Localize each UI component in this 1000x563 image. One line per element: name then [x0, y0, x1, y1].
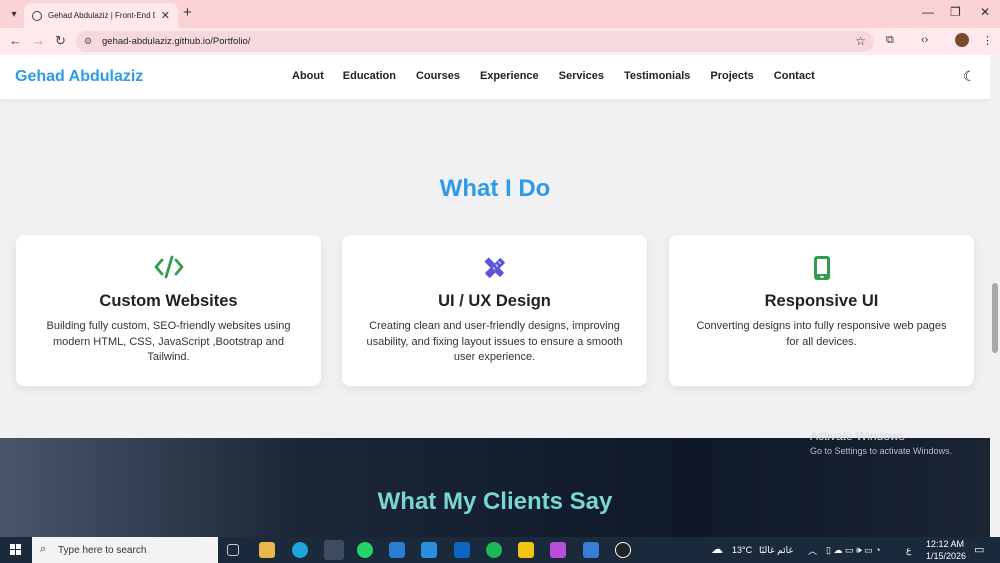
windows-start-icon[interactable]: [10, 544, 21, 555]
what-i-do-title: What I Do: [439, 175, 551, 202]
nav-projects[interactable]: Projects: [710, 70, 753, 82]
activate-windows-subtitle: Go to Settings to activate Windows.: [810, 446, 953, 456]
linkedin-icon[interactable]: [454, 542, 470, 558]
nav-testimonials[interactable]: Testimonials: [624, 70, 690, 82]
forward-button[interactable]: →: [32, 33, 45, 48]
taskbar-search-box[interactable]: ⌕ Type here to search: [32, 537, 218, 563]
task-view-icon[interactable]: [227, 544, 239, 556]
vscode-icon[interactable]: [421, 542, 437, 558]
bookmark-star-icon[interactable]: ☆: [855, 34, 866, 48]
tray-icons[interactable]: ▯ ☁ ▭ 🕪 ▭ ◔: [826, 545, 881, 556]
browser-toolbar: ← → ↻ ⚙ gehad-abdulaziz.github.io/Portfo…: [0, 28, 1000, 55]
mail-icon[interactable]: [389, 542, 405, 558]
language-indicator[interactable]: ع: [906, 545, 911, 556]
weather-text[interactable]: غائم غالبًا: [759, 545, 793, 556]
site-brand[interactable]: Gehad Abdulaziz: [15, 68, 143, 86]
site-navbar: Gehad Abdulaziz About Education Courses …: [0, 55, 990, 99]
service-card-responsive: Responsive UI Converting designs into fu…: [669, 235, 974, 386]
nav-services[interactable]: Services: [559, 70, 604, 82]
tray-chevron-icon[interactable]: ︿: [808, 544, 817, 557]
restore-button[interactable]: ❐: [950, 5, 961, 19]
browser-tab-strip: ▾ Gehad Abdulaziz | Front-End D ✕ + — ❐ …: [0, 0, 1000, 28]
card-title: Custom Websites: [99, 292, 238, 310]
whatsapp-icon[interactable]: [357, 542, 373, 558]
page-scrollbar[interactable]: [990, 55, 1000, 537]
notifications-icon[interactable]: ▭: [974, 543, 984, 556]
reload-button[interactable]: ↻: [55, 33, 66, 49]
menu-dots-icon[interactable]: ⋮: [982, 34, 993, 47]
media-player-icon[interactable]: [615, 542, 631, 558]
weather-icon[interactable]: ☁: [711, 542, 723, 556]
site-menu: About Education Courses Experience Servi…: [292, 70, 815, 82]
browser-tab[interactable]: Gehad Abdulaziz | Front-End D ✕: [24, 3, 178, 28]
scrollbar-thumb[interactable]: [992, 283, 998, 353]
card-description: Creating clean and user-friendly designs…: [366, 320, 623, 363]
mobile-icon: [669, 255, 974, 281]
card-title: UI / UX Design: [438, 292, 551, 310]
globe-icon: [32, 10, 42, 21]
spotify-icon[interactable]: [486, 542, 502, 558]
chrome-icon[interactable]: [324, 540, 344, 560]
card-description: Building fully custom, SEO-friendly webs…: [46, 320, 291, 363]
close-window-button[interactable]: ✕: [980, 5, 990, 19]
tab-search-icon[interactable]: ▾: [4, 5, 24, 23]
new-tab-button[interactable]: +: [183, 4, 192, 21]
tab-title: Gehad Abdulaziz | Front-End D: [48, 11, 155, 20]
pencil-ruler-icon: [342, 255, 647, 281]
onenote-icon[interactable]: [550, 542, 566, 558]
nav-about[interactable]: About: [292, 70, 324, 82]
close-tab-icon[interactable]: ✕: [161, 9, 170, 22]
devtools-icon[interactable]: ‹›: [921, 34, 928, 46]
profile-avatar[interactable]: [955, 33, 969, 47]
jetbrains-icon[interactable]: [583, 542, 599, 558]
service-card-ui-ux: UI / UX Design Creating clean and user-f…: [342, 235, 647, 386]
nav-experience[interactable]: Experience: [480, 70, 539, 82]
card-description: Converting designs into fully responsive…: [696, 320, 947, 348]
nav-contact[interactable]: Contact: [774, 70, 815, 82]
code-icon: [16, 255, 321, 281]
site-info-icon[interactable]: ⚙: [84, 36, 92, 47]
url-text: gehad-abdulaziz.github.io/Portfolio/: [102, 36, 251, 47]
extensions-icon[interactable]: ⧉: [886, 34, 894, 47]
address-bar[interactable]: ⚙ gehad-abdulaziz.github.io/Portfolio/ ☆: [76, 31, 874, 52]
page-viewport: Gehad Abdulaziz About Education Courses …: [0, 55, 990, 537]
dark-mode-moon-icon[interactable]: ☾: [963, 68, 976, 85]
testimonials-title: What My Clients Say: [377, 488, 613, 515]
app-grid-icon[interactable]: [518, 542, 534, 558]
edge-icon[interactable]: [292, 542, 308, 558]
nav-education[interactable]: Education: [343, 70, 396, 82]
nav-courses[interactable]: Courses: [416, 70, 460, 82]
windows-taskbar: ⌕ Type here to search ☁ 13°C غائم غالبًا…: [0, 537, 1000, 563]
service-card-custom-websites: Custom Websites Building fully custom, S…: [16, 235, 321, 386]
weather-temp[interactable]: 13°C: [732, 545, 752, 555]
search-icon: ⌕: [40, 543, 47, 555]
clock-date[interactable]: 1/15/2026: [926, 551, 966, 561]
card-title: Responsive UI: [764, 292, 879, 310]
activate-windows-title: Activate Windows: [810, 429, 905, 443]
clock-time[interactable]: 12:12 AM: [926, 539, 964, 549]
minimize-button[interactable]: —: [922, 5, 934, 19]
file-explorer-icon[interactable]: [259, 542, 275, 558]
back-button[interactable]: ←: [9, 33, 22, 48]
search-placeholder: Type here to search: [58, 544, 147, 556]
